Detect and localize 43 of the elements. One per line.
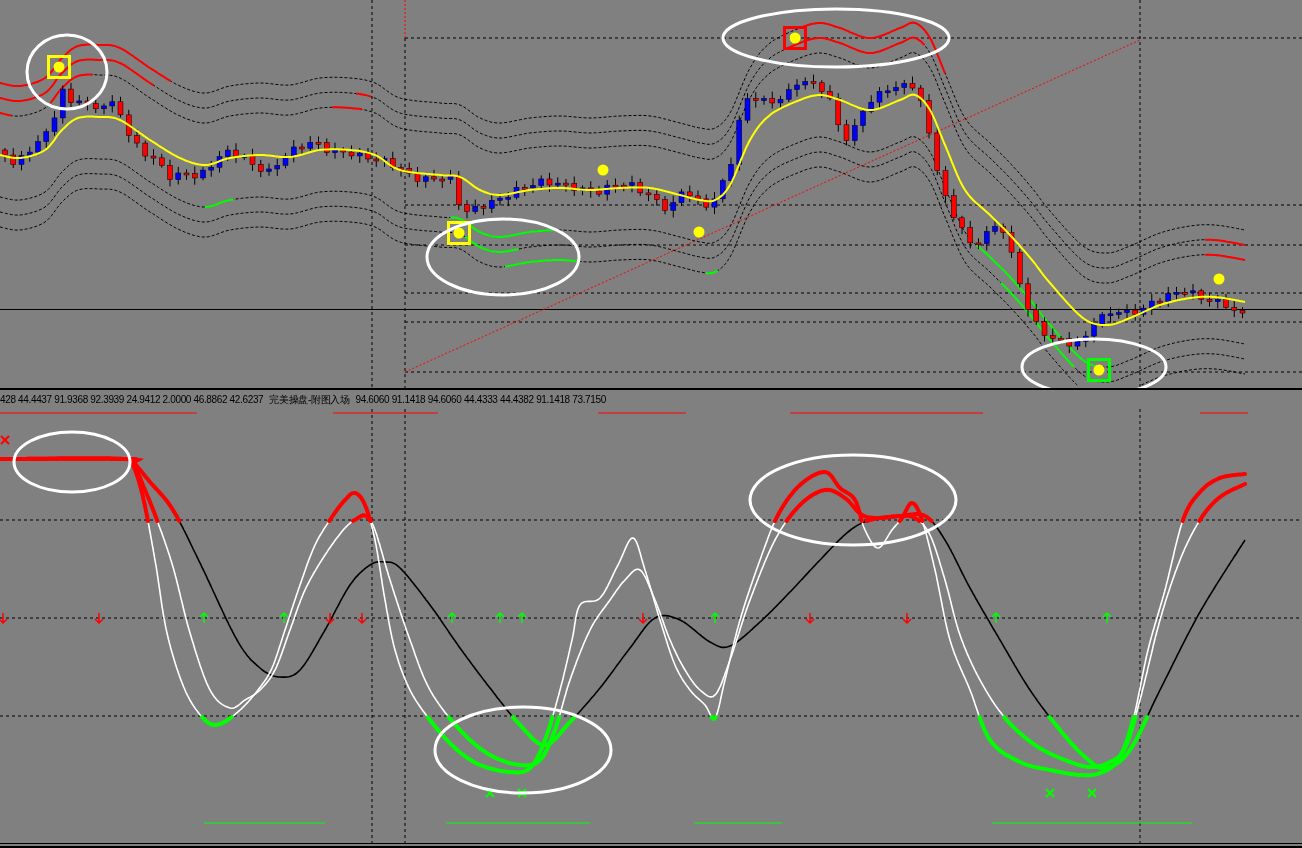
cross-icon (1087, 788, 1097, 798)
down-arrow-icon (902, 612, 912, 625)
down-arrow-icon (357, 612, 367, 625)
square-dot-marker-icon (1087, 358, 1111, 382)
cross-icon (485, 788, 495, 798)
upper-band-highlight (1204, 253, 1246, 261)
lower-band-highlight (204, 198, 235, 208)
down-arrow-icon (805, 612, 815, 625)
signal-dot-icon (693, 226, 705, 238)
upper-band-highlight (355, 92, 373, 98)
cross-icon (517, 788, 527, 798)
square-dot-marker-icon (447, 221, 471, 245)
square-dot-marker-icon (783, 26, 807, 50)
up-arrow-icon (991, 611, 1001, 624)
indicator-values: 428 44.4437 91.9368 92.3939 24.9412 2.0000 46.8862 42.6237 (0, 394, 264, 405)
upper-band-highlight (331, 106, 363, 111)
signal-dot-icon (597, 164, 609, 176)
indicator-name: 完美操盘-附图入场 (269, 392, 350, 407)
up-arrow-icon (199, 611, 209, 624)
overbought-segment (1180, 472, 1247, 523)
upper-band-highlight (1204, 238, 1246, 246)
down-arrow-icon (325, 612, 335, 625)
up-arrow-icon (495, 611, 505, 624)
square-dot-marker-icon (47, 55, 71, 79)
up-arrow-icon (1102, 611, 1112, 624)
cross-icon (1045, 788, 1055, 798)
vertical-marker-line (404, 0, 406, 39)
up-arrow-icon (710, 611, 720, 624)
signal-dot-icon (1213, 273, 1225, 285)
lower-band-highlight (705, 269, 719, 275)
overbought-segment (1197, 482, 1247, 523)
down-arrow-icon (0, 612, 8, 625)
oversold-segment (709, 715, 718, 721)
up-arrow-icon (447, 611, 457, 624)
up-arrow-icon (517, 611, 527, 624)
oversold-segment (200, 715, 234, 727)
up-arrow-icon (279, 611, 289, 624)
indicator-values: 94.6060 91.1418 94.6060 44.4333 44.4382 91.1418 73.7150 (355, 394, 606, 405)
edge-level-line (1199, 412, 1249, 414)
upper-band-highlight (0, 112, 13, 117)
down-arrow-icon (638, 612, 648, 625)
down-arrow-icon (94, 612, 104, 625)
cross-icon (0, 435, 10, 445)
